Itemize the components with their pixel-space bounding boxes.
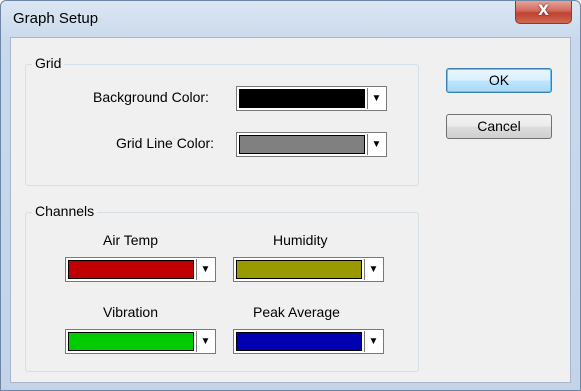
graph-setup-dialog: Graph Setup X Grid Background Color: ▼ G… [0, 0, 581, 391]
grid-line-color-swatch [239, 135, 365, 154]
dialog-client-area: Grid Background Color: ▼ Grid Line Color… [10, 37, 571, 383]
background-color-select[interactable]: ▼ [236, 86, 387, 111]
background-color-label: Background Color: [93, 89, 209, 105]
vibration-color-select[interactable]: ▼ [65, 329, 216, 354]
chevron-down-icon[interactable]: ▼ [196, 331, 214, 352]
chevron-down-icon[interactable]: ▼ [364, 259, 382, 280]
cancel-button[interactable]: Cancel [446, 114, 552, 139]
grid-group-label: Grid [32, 55, 65, 71]
vibration-label: Vibration [103, 304, 159, 320]
chevron-down-icon[interactable]: ▼ [367, 88, 385, 109]
grid-line-color-select[interactable]: ▼ [236, 132, 387, 157]
close-icon: X [538, 3, 549, 19]
close-button[interactable]: X [515, 1, 572, 24]
window-title: Graph Setup [13, 10, 99, 27]
grid-line-color-label: Grid Line Color: [116, 135, 215, 151]
chevron-down-icon[interactable]: ▼ [196, 259, 214, 280]
grid-group: Grid [25, 55, 419, 186]
humidity-color-swatch [236, 260, 362, 279]
humidity-color-select[interactable]: ▼ [233, 257, 384, 282]
chevron-down-icon[interactable]: ▼ [364, 331, 382, 352]
peak-average-color-select[interactable]: ▼ [233, 329, 384, 354]
background-color-swatch [239, 89, 365, 108]
air-temp-color-select[interactable]: ▼ [65, 257, 216, 282]
channels-group-label: Channels [32, 203, 98, 219]
air-temp-color-swatch [68, 260, 194, 279]
chevron-down-icon[interactable]: ▼ [367, 134, 385, 155]
air-temp-label: Air Temp [103, 232, 158, 248]
peak-average-color-swatch [236, 332, 362, 351]
humidity-label: Humidity [273, 232, 328, 248]
peak-average-label: Peak Average [253, 304, 340, 320]
ok-button[interactable]: OK [446, 68, 552, 93]
vibration-color-swatch [68, 332, 194, 351]
title-bar[interactable]: Graph Setup X [1, 1, 580, 37]
